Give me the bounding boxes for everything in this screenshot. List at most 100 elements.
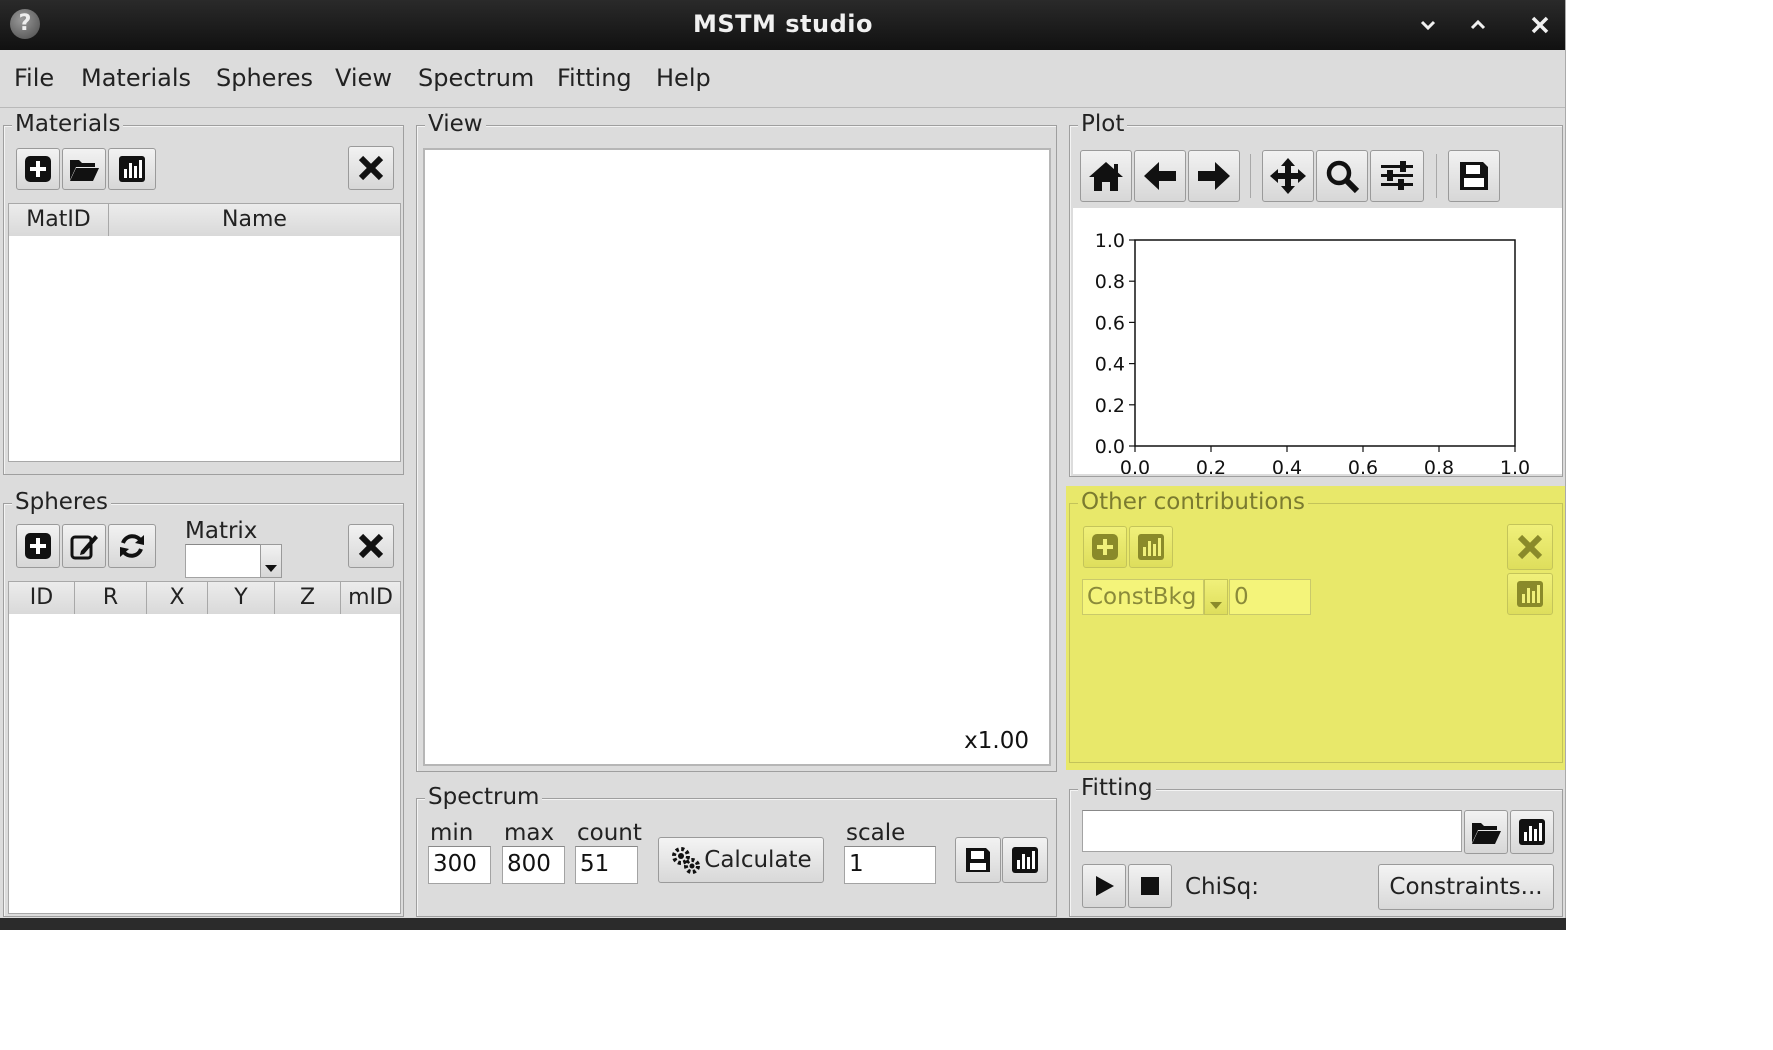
column-name[interactable]: Name bbox=[109, 204, 400, 236]
toolbar-separator bbox=[1436, 154, 1437, 198]
y-tick-label: 0.8 bbox=[1095, 271, 1125, 293]
column-mid[interactable]: mID bbox=[341, 582, 400, 614]
menu-fitting[interactable]: Fitting bbox=[557, 64, 632, 92]
x-tick-label: 0.8 bbox=[1424, 457, 1454, 474]
zoom-level: x1.00 bbox=[964, 728, 1029, 754]
plot-material-button[interactable] bbox=[108, 148, 156, 190]
max-label: max bbox=[504, 820, 555, 846]
view-canvas[interactable]: x1.00 bbox=[423, 148, 1051, 766]
chevron-up-icon bbox=[1470, 19, 1486, 30]
delete-icon bbox=[358, 155, 384, 181]
maximize-button[interactable] bbox=[1463, 10, 1493, 40]
menu-bar: File Materials Spheres View Spectrum Fit… bbox=[0, 50, 1565, 108]
zoom-button[interactable] bbox=[1316, 150, 1368, 202]
plot-panel: Plot 0.0 0.2 0.4 0.6 0.8 1.0 0.0 0.2 0.4 0.6 0.8 1.… bbox=[1069, 111, 1563, 479]
contributions-panel-label: Other contributions bbox=[1078, 489, 1308, 515]
back-button[interactable] bbox=[1134, 150, 1186, 202]
menu-help[interactable]: Help bbox=[656, 64, 711, 92]
min-input[interactable]: 300 bbox=[428, 846, 491, 884]
dropdown-arrow-icon bbox=[265, 565, 277, 572]
plot-spectrum-button[interactable] bbox=[1002, 837, 1048, 883]
bar-chart-icon bbox=[119, 156, 145, 182]
scale-label: scale bbox=[846, 820, 906, 846]
delete-sphere-button[interactable] bbox=[348, 524, 394, 568]
materials-table-body[interactable] bbox=[8, 236, 401, 462]
add-material-button[interactable] bbox=[16, 148, 60, 190]
close-window-button[interactable] bbox=[1525, 10, 1555, 40]
menu-file[interactable]: File bbox=[14, 64, 54, 92]
matrix-dropdown-button[interactable] bbox=[260, 544, 282, 578]
chisq-label: ChiSq: bbox=[1185, 874, 1259, 900]
delete-material-button[interactable] bbox=[348, 146, 394, 190]
add-icon bbox=[25, 533, 51, 559]
x-tick-label: 0.6 bbox=[1348, 457, 1378, 474]
constraints-button[interactable]: Constraints... bbox=[1378, 864, 1554, 910]
home-button[interactable] bbox=[1080, 150, 1132, 202]
x-tick-label: 0.2 bbox=[1196, 457, 1226, 474]
spheres-table-body[interactable] bbox=[8, 614, 401, 914]
plot-contribution-item-button[interactable] bbox=[1507, 573, 1553, 615]
column-x[interactable]: X bbox=[147, 582, 208, 614]
edit-sphere-button[interactable] bbox=[62, 524, 106, 568]
refresh-spheres-button[interactable] bbox=[108, 524, 156, 568]
spheres-panel-label: Spheres bbox=[12, 489, 112, 515]
menu-spectrum[interactable]: Spectrum bbox=[418, 64, 534, 92]
fitting-file-input[interactable] bbox=[1082, 810, 1462, 852]
spectrum-panel-label: Spectrum bbox=[425, 784, 543, 810]
bar-chart-icon bbox=[1519, 819, 1545, 845]
app-window: ? MSTM studio File Materials Spheres Vie… bbox=[0, 0, 1566, 930]
column-z[interactable]: Z bbox=[275, 582, 341, 614]
contribution-type-select[interactable]: ConstBkg bbox=[1082, 579, 1204, 615]
column-y[interactable]: Y bbox=[208, 582, 275, 614]
toolbar-separator bbox=[1250, 154, 1251, 198]
play-icon bbox=[1096, 876, 1114, 896]
configure-button[interactable] bbox=[1370, 150, 1424, 202]
open-fitting-file-button[interactable] bbox=[1464, 810, 1508, 854]
pan-icon bbox=[1270, 158, 1306, 194]
bar-chart-icon bbox=[1138, 534, 1164, 560]
count-input[interactable]: 51 bbox=[575, 846, 638, 884]
add-sphere-button[interactable] bbox=[16, 524, 60, 568]
chevron-down-icon bbox=[1420, 20, 1436, 31]
x-tick-label: 0.0 bbox=[1120, 457, 1150, 474]
menu-spheres[interactable]: Spheres bbox=[216, 64, 313, 92]
view-panel: View x1.00 bbox=[416, 111, 1057, 772]
materials-table-header: MatID Name bbox=[8, 203, 401, 237]
max-input[interactable]: 800 bbox=[502, 846, 565, 884]
plot-fitting-button[interactable] bbox=[1510, 810, 1554, 854]
bar-chart-icon bbox=[1517, 581, 1543, 607]
scale-input[interactable]: 1 bbox=[844, 846, 936, 884]
fitting-panel: Fitting ChiSq: Constraints... bbox=[1069, 775, 1563, 917]
calculate-button[interactable]: Calculate bbox=[658, 837, 824, 883]
matrix-select[interactable] bbox=[185, 544, 261, 578]
pan-button[interactable] bbox=[1262, 150, 1314, 202]
column-matid[interactable]: MatID bbox=[9, 204, 109, 236]
menu-view[interactable]: View bbox=[335, 64, 392, 92]
minimize-button[interactable] bbox=[1413, 10, 1443, 40]
add-contribution-button[interactable] bbox=[1083, 526, 1127, 568]
save-plot-button[interactable] bbox=[1448, 150, 1500, 202]
spheres-panel: Spheres Matrix ID R X Y Z mID bbox=[3, 489, 404, 917]
home-icon bbox=[1089, 162, 1123, 191]
gears-icon bbox=[672, 847, 701, 874]
delete-contribution-button[interactable] bbox=[1507, 524, 1553, 570]
y-tick-label: 0.6 bbox=[1095, 312, 1125, 334]
save-spectrum-button[interactable] bbox=[955, 837, 1001, 883]
run-fit-button[interactable] bbox=[1082, 864, 1126, 908]
contribution-type-dropdown[interactable] bbox=[1204, 579, 1228, 615]
plot-contributions-button[interactable] bbox=[1129, 526, 1173, 568]
column-r[interactable]: R bbox=[75, 582, 147, 614]
menu-materials[interactable]: Materials bbox=[81, 64, 191, 92]
forward-button[interactable] bbox=[1188, 150, 1240, 202]
y-tick-label: 0.0 bbox=[1095, 436, 1125, 458]
back-arrow-icon bbox=[1144, 162, 1176, 190]
calculate-label: Calculate bbox=[704, 847, 812, 873]
folder-open-icon bbox=[1472, 823, 1501, 844]
stop-fit-button[interactable] bbox=[1128, 864, 1172, 908]
open-material-button[interactable] bbox=[62, 148, 106, 190]
plot-canvas[interactable]: 0.0 0.2 0.4 0.6 0.8 1.0 0.0 0.2 0.4 0.6 0.8 1.0 bbox=[1073, 208, 1562, 479]
y-tick-label: 1.0 bbox=[1095, 230, 1125, 252]
contribution-value-input[interactable]: 0 bbox=[1229, 579, 1311, 615]
delete-icon bbox=[358, 533, 384, 559]
column-id[interactable]: ID bbox=[9, 582, 75, 614]
